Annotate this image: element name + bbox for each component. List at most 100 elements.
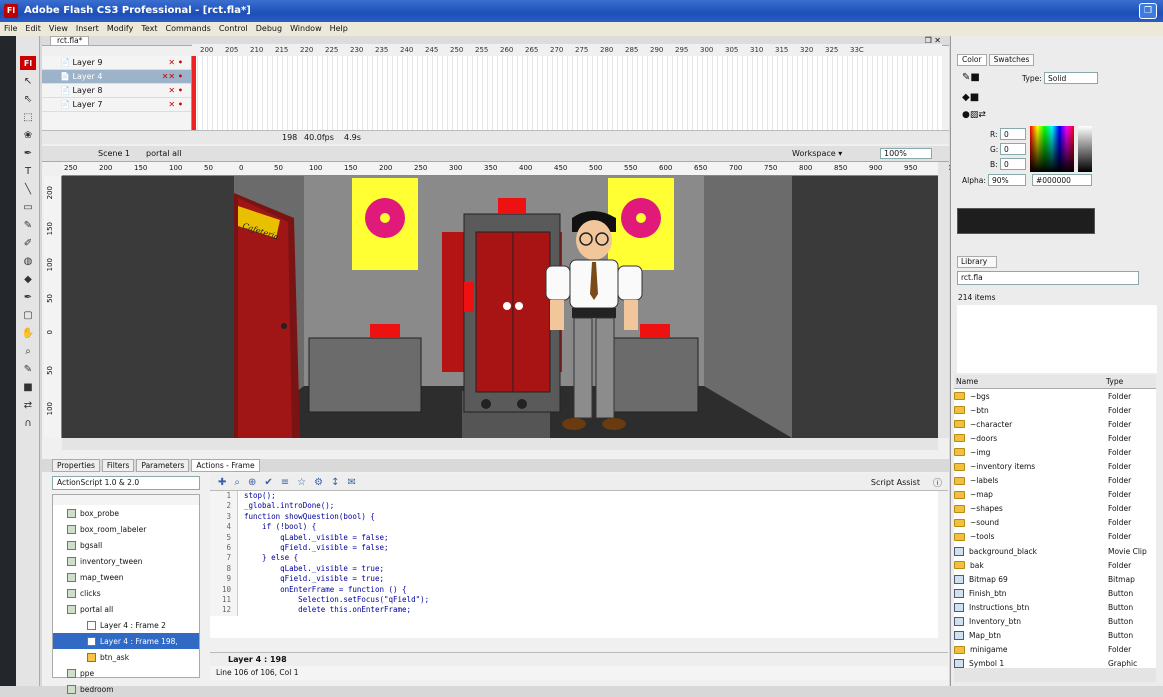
library-item[interactable]: ~shapes Folder (954, 502, 1156, 516)
menu-commands[interactable]: Commands (166, 22, 211, 36)
tree-item[interactable]: btn_ask (53, 649, 199, 665)
layer-row[interactable]: 📄 Layer 7 ✕ • (42, 98, 191, 112)
library-item[interactable]: ~bgs Folder (954, 389, 1156, 403)
tab-properties[interactable]: Properties (52, 459, 100, 472)
tree-item[interactable]: map_tween (53, 569, 199, 585)
column-type[interactable]: Type (1106, 375, 1150, 388)
tree-item-selected[interactable]: Layer 4 : Frame 198, (53, 633, 199, 649)
help-icon[interactable]: ⓘ (933, 476, 942, 489)
library-item[interactable]: background_black Movie Clip (954, 544, 1156, 558)
visibility-x-icon[interactable]: ✕✕ • (162, 72, 183, 81)
check-syntax-icon[interactable]: ✔ (264, 477, 272, 488)
tree-item[interactable]: inventory_tween (53, 553, 199, 569)
library-item[interactable]: Instructions_btn Button (954, 600, 1156, 614)
line-tool-icon[interactable]: ╲ (20, 182, 36, 196)
tree-item[interactable]: box_room_labeler (53, 521, 199, 537)
visibility-x-icon[interactable]: ✕ • (168, 58, 183, 67)
document-tab[interactable]: rct.fla* (50, 36, 90, 46)
library-item[interactable]: Bitmap 69 Bitmap (954, 572, 1156, 586)
menu-control[interactable]: Control (219, 22, 248, 36)
actionscript-version-select[interactable]: ActionScript 1.0 & 2.0 (52, 476, 200, 490)
tab-library[interactable]: Library (957, 256, 997, 268)
debug-options-icon[interactable]: ⚙ (314, 477, 323, 488)
workspace-menu[interactable]: Workspace ▾ (792, 149, 842, 158)
auto-format-icon[interactable]: ≡ (281, 477, 289, 488)
fill-color-icon[interactable]: ◆■ (962, 92, 979, 103)
tree-item[interactable]: ppe (53, 665, 199, 681)
stroke-color-icon[interactable]: ✎■ (962, 72, 980, 83)
subselection-tool-icon[interactable]: ⇖ (20, 92, 36, 106)
menu-text[interactable]: Text (141, 22, 157, 36)
eraser-tool-icon[interactable]: ▢ (20, 308, 36, 322)
library-item[interactable]: ~tools Folder (954, 530, 1156, 544)
target-path-icon[interactable]: ⊕ (248, 477, 256, 488)
tree-item[interactable]: bgsall (53, 537, 199, 553)
library-item[interactable]: ~inventory items Folder (954, 459, 1156, 473)
library-item[interactable]: bak Folder (954, 558, 1156, 572)
symbol-breadcrumb[interactable]: portal all (146, 149, 181, 158)
layer-row-selected[interactable]: 📄 Layer 4 ✕✕ • (42, 70, 191, 84)
menu-debug[interactable]: Debug (256, 22, 282, 36)
library-item[interactable]: Finish_btn Button (954, 586, 1156, 600)
tree-item[interactable]: box_probe (53, 505, 199, 521)
free-transform-tool-icon[interactable]: ⬚ (20, 110, 36, 124)
collapse-icon[interactable]: ↕ (331, 477, 339, 488)
zoom-tool-icon[interactable]: ⌕ (20, 344, 36, 358)
library-item[interactable]: ~doors Folder (954, 431, 1156, 445)
layer-row[interactable]: 📄 Layer 9 ✕ • (42, 56, 191, 70)
library-item[interactable]: ~sound Folder (954, 516, 1156, 530)
menu-insert[interactable]: Insert (76, 22, 99, 36)
library-item[interactable]: ~labels Folder (954, 474, 1156, 488)
tree-item[interactable]: clicks (53, 585, 199, 601)
text-tool-icon[interactable]: T (20, 164, 36, 178)
color-spectrum[interactable] (1030, 126, 1074, 172)
zoom-select[interactable]: 100% (880, 148, 932, 159)
pen-tool-icon[interactable]: ✒ (20, 146, 36, 160)
library-item[interactable]: Inventory_btn Button (954, 615, 1156, 629)
code-hint-icon[interactable]: ☆ (297, 477, 306, 488)
code-editor[interactable]: 1 stop(); 2 _global.introDone(); 3 function… (210, 491, 938, 638)
swap-colors-icon[interactable]: ⇄ (20, 398, 36, 412)
library-item[interactable]: ~map Folder (954, 488, 1156, 502)
hex-field[interactable]: #000000 (1032, 174, 1092, 186)
tab-actions-frame[interactable]: Actions - Frame (191, 459, 260, 472)
stage[interactable]: Cafeteria (62, 176, 938, 438)
blue-field[interactable]: 0 (1000, 158, 1026, 170)
tab-parameters[interactable]: Parameters (136, 459, 190, 472)
tree-item[interactable]: bedroom (53, 681, 199, 697)
brush-tool-icon[interactable]: ✐ (20, 236, 36, 250)
stroke-color-icon[interactable]: ✎ (20, 362, 36, 376)
tab-swatches[interactable]: Swatches (988, 54, 1035, 66)
library-item[interactable]: ~btn Folder (954, 403, 1156, 417)
visibility-x-icon[interactable]: ✕ • (168, 86, 183, 95)
brightness-bar[interactable] (1078, 126, 1092, 172)
red-field[interactable]: 0 (1000, 128, 1026, 140)
comment-icon[interactable]: ✉ (348, 477, 356, 488)
tree-item[interactable]: portal all (53, 601, 199, 617)
selection-tool-icon[interactable]: ↖ (20, 74, 36, 88)
menu-file[interactable]: File (4, 22, 17, 36)
library-document-select[interactable]: rct.fla (957, 271, 1139, 285)
rectangle-tool-icon[interactable]: ▭ (20, 200, 36, 214)
library-item[interactable]: ~img Folder (954, 445, 1156, 459)
menu-help[interactable]: Help (330, 22, 348, 36)
script-frame-tab[interactable]: Layer 4 : 198 (210, 652, 948, 666)
playhead[interactable] (192, 56, 196, 130)
pencil-tool-icon[interactable]: ✎ (20, 218, 36, 232)
library-item[interactable]: ~character Folder (954, 417, 1156, 431)
lasso-tool-icon[interactable]: ❀ (20, 128, 36, 142)
scene-link[interactable]: Scene 1 (98, 149, 130, 158)
tab-color[interactable]: Color (957, 54, 987, 66)
stage-horizontal-scrollbar[interactable] (62, 438, 938, 450)
menu-edit[interactable]: Edit (25, 22, 41, 36)
column-name[interactable]: Name (956, 375, 978, 388)
alpha-field[interactable]: 90% (988, 174, 1026, 186)
find-icon[interactable]: ⌕ (234, 477, 240, 488)
library-item[interactable]: minigame Folder (954, 643, 1156, 657)
tree-item[interactable]: Layer 4 : Frame 2 (53, 617, 199, 633)
color-mode-icons[interactable]: ●▨⇄ (962, 110, 986, 120)
menu-modify[interactable]: Modify (107, 22, 134, 36)
tab-filters[interactable]: Filters (101, 459, 135, 472)
snap-icon[interactable]: ∩ (20, 416, 36, 430)
layer-row[interactable]: 📄 Layer 8 ✕ • (42, 84, 191, 98)
